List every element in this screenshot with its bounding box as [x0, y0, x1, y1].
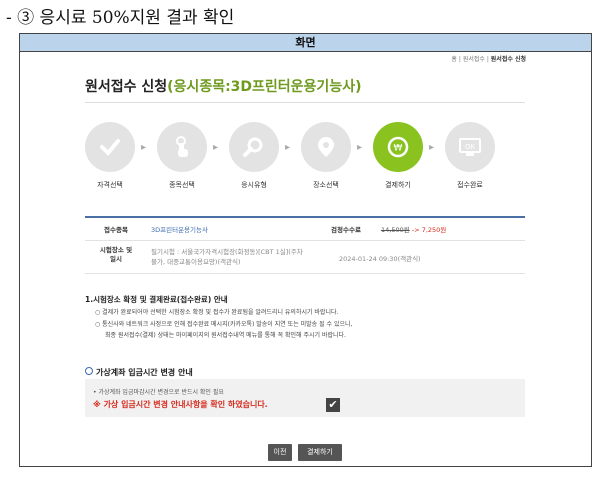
screen-frame: 화면 홈 | 원서접수 | 원서접수 신청 원서접수 신청(응시종목:3D프린터… [19, 33, 592, 467]
document-heading: - ③ 응시료 50%지원 결과 확인 [6, 8, 235, 28]
ok-monitor-icon: OK [445, 122, 495, 172]
frame-title: 화면 [20, 34, 591, 52]
notice-item: ○ 통신사와 네트워크 사정으로 인해 접수완료 메시지(카카오톡) 발송이 지… [95, 321, 353, 328]
step-label: 결제하기 [385, 181, 411, 189]
hand-pointer-icon [157, 122, 207, 172]
svg-text:₩: ₩ [394, 144, 403, 154]
step-3: 응시유형 [224, 122, 284, 190]
step-progress: 자격선택 ▸ 종목선택 ▸ 응시유형 ▸ 장소선택 ▸ ₩ 결제하기 ▸ OK … [80, 122, 520, 192]
notice-item: 최종 원서접수(결제) 상태는 마이페이지의 원서접수내역 메뉴를 통해 꼭 확… [105, 332, 346, 339]
chevron-right-icon: ▸ [285, 142, 291, 153]
bullet-circle-icon [85, 367, 93, 375]
breadcrumb-home[interactable]: 홈 [451, 56, 457, 63]
chevron-right-icon: ▸ [213, 142, 219, 153]
item-value: 3D프린터운용기능사 [151, 226, 208, 234]
chevron-right-icon: ▸ [357, 142, 363, 153]
step-label: 응시유형 [241, 181, 267, 189]
breadcrumb-current: 원서접수 신청 [490, 56, 526, 63]
breadcrumb-separator: | [486, 56, 489, 63]
fee-value: 14,500원 -> 7,250원 [377, 218, 450, 240]
svg-text:OK: OK [465, 143, 476, 151]
table-row: 시험장소 및 일시 필기시험 : 서울국가자격시험장(화정동)[CBT 1실](… [85, 241, 525, 274]
breadcrumb-item[interactable]: 원서접수 [463, 56, 485, 63]
step-label: 장소선택 [313, 181, 339, 189]
item-label: 접수종목 [104, 226, 128, 234]
page-title: 원서접수 신청(응시종목:3D프린터운용기능사) [85, 76, 361, 96]
page-title-sub: (응시종목:3D프린터운용기능사) [167, 79, 362, 95]
breadcrumb: 홈 | 원서접수 | 원서접수 신청 [451, 54, 526, 63]
confirm-checkbox[interactable]: ✔ [326, 398, 340, 412]
place-label: 시험장소 및 일시 [99, 246, 133, 263]
application-info-table: 접수종목 3D프린터운용기능사 검정수수료 14,500원 -> 7,250원 … [85, 216, 525, 274]
magnifier-icon [229, 122, 279, 172]
virtual-account-notice-box: • 가상계좌 입금마감시간 변경으로 반드시 확인 필요 ※ 가상 입금시간 변… [85, 379, 525, 417]
notice-item: ○ 결제가 완료되어야 선택한 시험장소 확정 및 접수가 완료됨을 알려드리니… [95, 309, 339, 316]
title-divider [85, 102, 525, 103]
step-label: 종목선택 [169, 181, 195, 189]
exam-datetime: 2024-01-24 09:30(객관식) [339, 255, 421, 263]
place-value: 필기시험 : 서울국가자격시험장(화정동)[CBT 1실](주차 불가, 대중교… [151, 248, 303, 266]
step-1: 자격선택 [80, 122, 140, 190]
step-2: 종목선택 [152, 122, 212, 190]
step-label: 접수완료 [457, 181, 483, 189]
fee-arrow: -> [411, 226, 420, 234]
chevron-right-icon: ▸ [141, 142, 147, 153]
chevron-right-icon: ▸ [429, 142, 435, 153]
fee-original: 14,500원 [381, 226, 410, 234]
table-row: 접수종목 3D프린터운용기능사 검정수수료 14,500원 -> 7,250원 [85, 218, 525, 241]
check-icon [85, 122, 135, 172]
coin-icon: ₩ [373, 122, 423, 172]
virtual-account-section-title: 가상계좌 입금시간 변경 안내 [85, 367, 193, 378]
pay-button[interactable]: 결제하기 [298, 444, 342, 461]
step-4: 장소선택 [296, 122, 356, 190]
page-title-main: 원서접수 신청 [85, 79, 168, 95]
breadcrumb-separator: | [458, 56, 461, 63]
prev-button[interactable]: 이전 [268, 444, 292, 461]
step-5-active: ₩ 결제하기 [368, 122, 428, 190]
fee-discounted: 7,250원 [421, 226, 447, 234]
confirmation-text: ※ 가상 입금시간 변경 안내사항을 확인 하였습니다. [93, 400, 268, 409]
fee-label: 검정수수료 [331, 226, 361, 234]
location-pin-icon [301, 122, 351, 172]
notice-title: 1.시험장소 확정 및 결제완료(접수완료) 안내 [85, 295, 228, 304]
step-label: 자격선택 [97, 181, 123, 189]
virtual-account-note: • 가상계좌 입금마감시간 변경으로 반드시 확인 필요 [93, 389, 224, 396]
step-6: OK 접수완료 [440, 122, 500, 190]
